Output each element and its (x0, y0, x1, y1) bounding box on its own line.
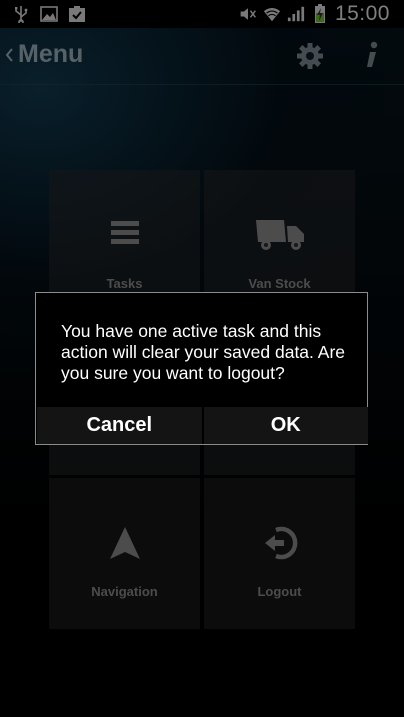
dialog-message: You have one active task and this action… (61, 321, 346, 383)
dialog-button-bar: Cancel OK (37, 407, 368, 444)
logout-confirm-dialog: You have one active task and this action… (35, 292, 368, 445)
cancel-button[interactable]: Cancel (37, 407, 202, 444)
ok-button[interactable]: OK (203, 407, 368, 444)
